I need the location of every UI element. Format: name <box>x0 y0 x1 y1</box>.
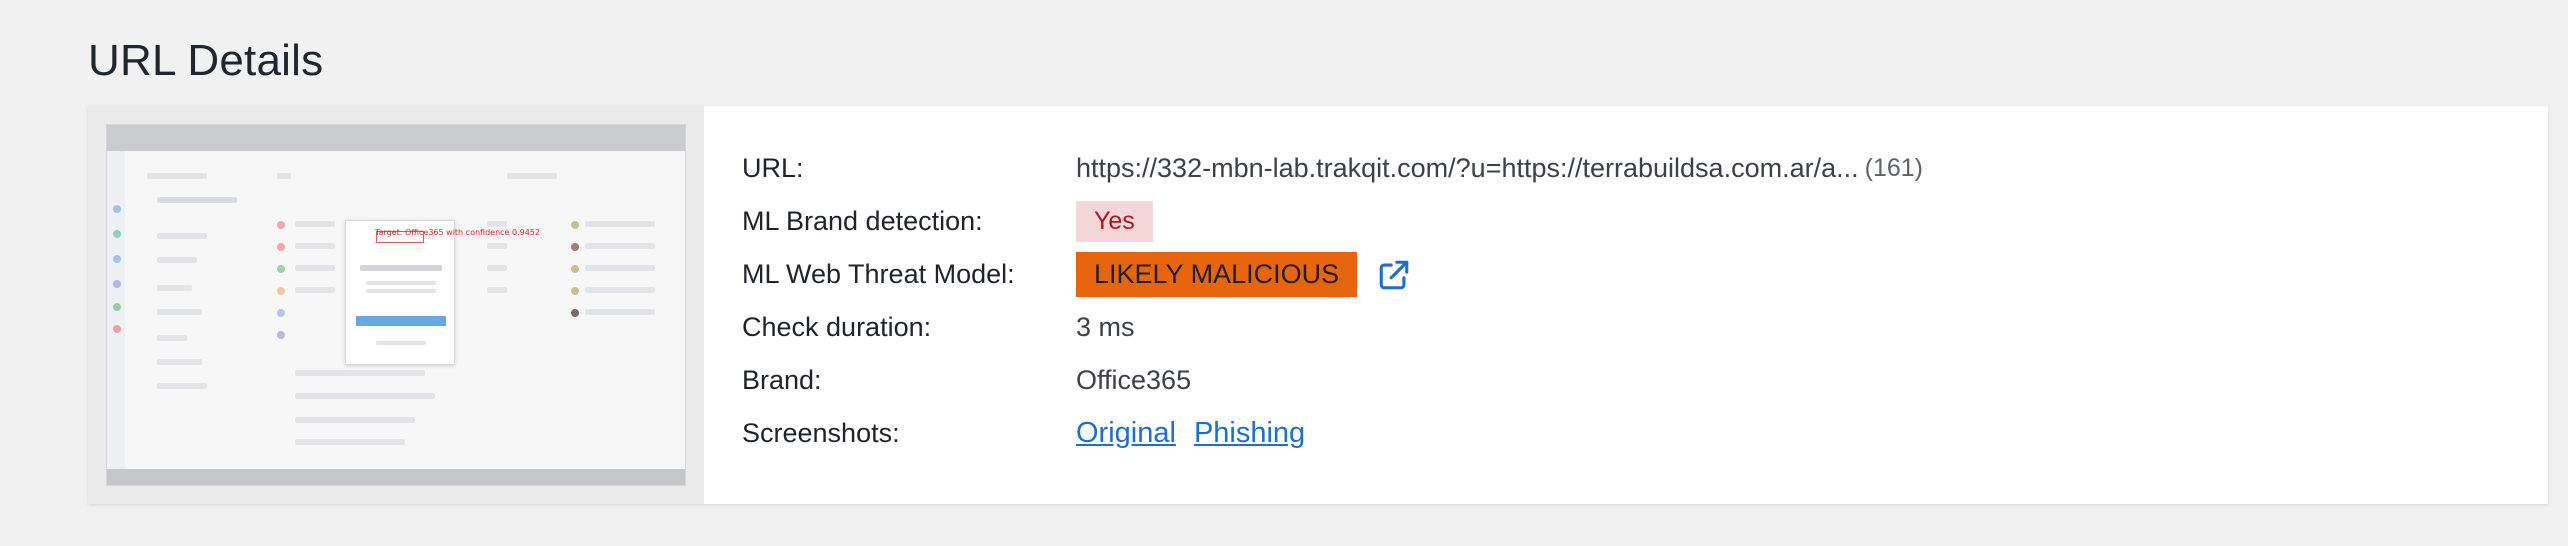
thumbnail-bottom-bar <box>107 469 685 485</box>
url-value: https://332-mbn-lab.trakqit.com/?u=https… <box>1076 153 1923 184</box>
thumbnail-dot <box>113 280 121 288</box>
page-title: URL Details <box>88 36 324 85</box>
ml-web-threat-value: LIKELY MALICIOUS <box>1076 252 1411 297</box>
thumbnail-line <box>295 287 335 293</box>
thumbnail-line <box>585 243 655 249</box>
thumbnail-dot <box>277 309 285 317</box>
thumbnail-line <box>487 287 507 293</box>
url-length: (161) <box>1864 154 1923 182</box>
ml-brand-detection-badge: Yes <box>1076 201 1153 242</box>
thumbnail-line <box>360 265 442 271</box>
thumbnail-line <box>157 309 202 315</box>
page: URL Details Target: Office365 with confi… <box>0 0 2568 546</box>
thumbnail-dot <box>113 325 121 333</box>
thumbnail-line <box>366 281 436 285</box>
thumbnail-line <box>147 173 207 179</box>
ml-brand-detection-label: ML Brand detection: <box>742 206 983 236</box>
thumbnail-dot <box>277 221 285 229</box>
original-screenshot-link[interactable]: Original <box>1076 417 1176 450</box>
thumbnail-line <box>376 341 426 345</box>
thumbnail-dot <box>113 303 121 311</box>
thumbnail-line <box>295 221 335 227</box>
screenshots-row: Screenshots: Original Phishing <box>742 407 2548 460</box>
thumbnail-line <box>277 173 291 179</box>
thumbnail-line <box>295 417 415 423</box>
thumbnail-line <box>157 197 237 203</box>
external-link-icon[interactable] <box>1377 258 1411 292</box>
thumbnail-line <box>585 265 655 271</box>
thumbnail-dot <box>571 265 579 273</box>
ml-web-threat-row: ML Web Threat Model: LIKELY MALICIOUS <box>742 248 2548 301</box>
screenshots-links: Original Phishing <box>1076 417 1305 450</box>
thumbnail-dot <box>277 243 285 251</box>
thumbnail-dot <box>277 331 285 339</box>
thumbnail-line <box>295 439 405 445</box>
thumbnail-line <box>487 243 507 249</box>
thumbnail-line <box>366 289 436 293</box>
thumbnail-dot <box>113 230 121 238</box>
thumbnail-line <box>157 359 202 365</box>
thumbnail-line <box>295 393 435 399</box>
url-row: URL: https://332-mbn-lab.trakqit.com/?u=… <box>742 142 2548 195</box>
thumbnail-line <box>157 335 187 341</box>
url-text: https://332-mbn-lab.trakqit.com/?u=https… <box>1076 153 1859 183</box>
thumbnail-dot <box>571 309 579 317</box>
url-details-card: Target: Office365 with confidence 0.9452… <box>88 106 2548 504</box>
thumbnail-line <box>157 383 207 389</box>
thumbnail-login-modal <box>345 220 455 365</box>
thumbnail-line <box>585 309 655 315</box>
page-screenshot-thumbnail[interactable]: Target: Office365 with confidence 0.9452 <box>106 124 686 486</box>
thumbnail-line <box>295 265 335 271</box>
thumbnail-line <box>585 287 655 293</box>
thumbnail-line <box>507 173 557 179</box>
threat-status-badge: LIKELY MALICIOUS <box>1076 252 1358 297</box>
thumbnail-browser-bar <box>107 125 685 151</box>
thumbnail-dot <box>277 287 285 295</box>
phishing-screenshot-link[interactable]: Phishing <box>1194 417 1305 450</box>
check-duration-value: 3 ms <box>1076 312 1135 342</box>
brand-value: Office365 <box>1076 365 1192 395</box>
ml-brand-detection-row: ML Brand detection: Yes <box>742 195 2548 248</box>
thumbnail-dot <box>113 205 121 213</box>
thumbnail-line <box>487 221 507 227</box>
thumbnail-dot <box>277 265 285 273</box>
screenshots-label: Screenshots: <box>742 418 900 448</box>
thumbnail-dot <box>571 287 579 295</box>
thumbnail-line <box>157 233 207 239</box>
thumbnail-dot <box>571 243 579 251</box>
url-label: URL: <box>742 153 804 183</box>
thumbnail-line <box>295 370 425 376</box>
check-duration-row: Check duration: 3 ms <box>742 301 2548 354</box>
ml-web-threat-label: ML Web Threat Model: <box>742 259 1015 289</box>
brand-row: Brand: Office365 <box>742 354 2548 407</box>
check-duration-label: Check duration: <box>742 312 932 342</box>
thumbnail-line <box>157 285 192 291</box>
thumbnail-line <box>157 257 197 263</box>
thumbnail-line <box>585 221 655 227</box>
thumbnail-dot <box>571 221 579 229</box>
thumbnail-line <box>295 243 335 249</box>
screenshot-panel: Target: Office365 with confidence 0.9452 <box>88 106 704 504</box>
thumbnail-target-label: Target: Office365 with confidence 0.9452 <box>375 228 540 237</box>
details-list: URL: https://332-mbn-lab.trakqit.com/?u=… <box>704 106 2548 504</box>
ml-brand-detection-value-wrap: Yes <box>1076 201 1153 242</box>
thumbnail-signin-button <box>356 316 446 326</box>
thumbnail-dot <box>113 255 121 263</box>
thumbnail-line <box>487 265 507 271</box>
brand-label: Brand: <box>742 365 822 395</box>
